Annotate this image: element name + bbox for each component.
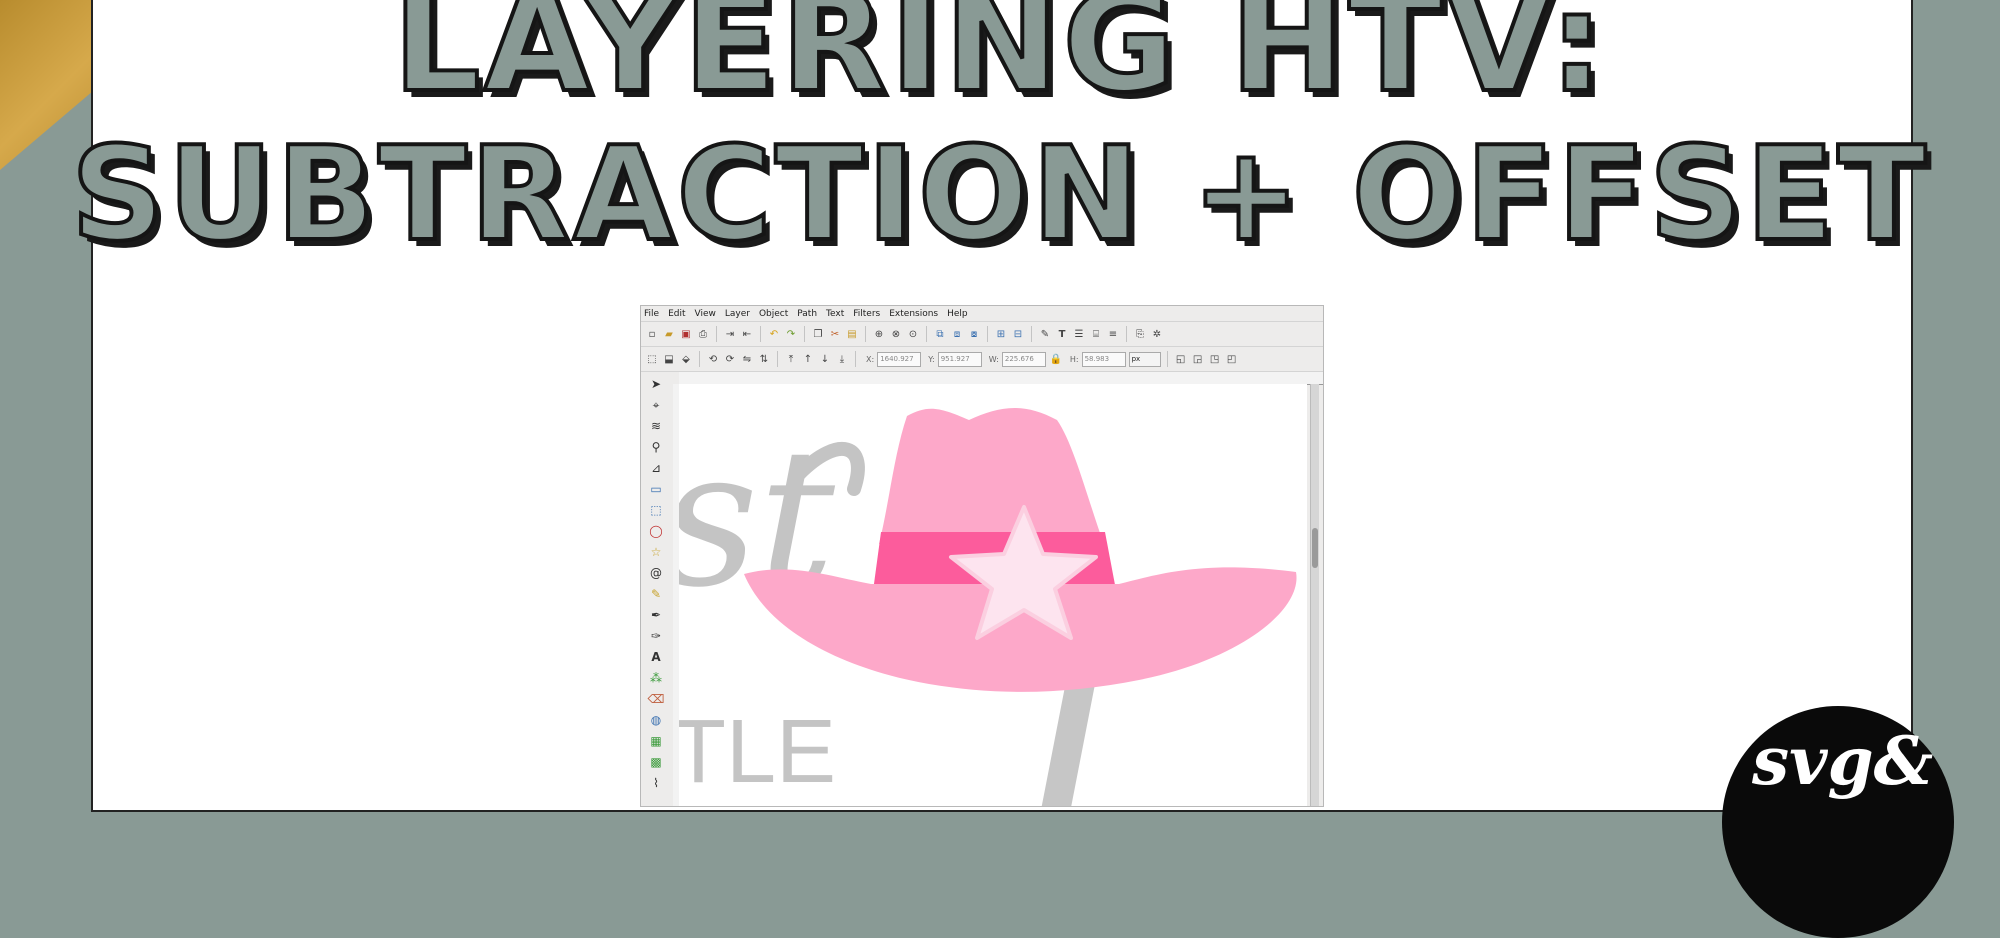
xml-editor-icon[interactable]: ⌸ (1089, 327, 1103, 341)
vertical-scrollbar[interactable] (1310, 384, 1319, 806)
open-icon[interactable]: ▰ (662, 327, 676, 341)
w-label: W: (988, 354, 999, 364)
zoom-icon[interactable]: ⚲ (648, 439, 664, 455)
w-field[interactable]: 225.676 (1001, 351, 1046, 367)
menu-layer[interactable]: Layer (725, 309, 750, 319)
dropper-icon[interactable]: ⌇ (648, 775, 664, 791)
calligraphy-icon[interactable]: ✑ (648, 628, 664, 644)
lock-ratio-icon[interactable]: 🔒 (1049, 352, 1063, 366)
tool-controls-bar: ⬚ ⬓ ⬙ ⟲ ⟳ ⇋ ⇅ ⤒ ↑ ↓ ⤓ X: 1640.927 Y: 951… (641, 347, 1323, 372)
ellipse-icon[interactable]: ◯ (648, 523, 664, 539)
redo-icon[interactable]: ↷ (784, 327, 798, 341)
undo-icon[interactable]: ↶ (767, 327, 781, 341)
menu-object[interactable]: Object (759, 309, 788, 319)
x-label: X: (866, 354, 875, 364)
copy-icon[interactable]: ❐ (811, 327, 825, 341)
hat-crown (879, 407, 1104, 544)
raise-to-top-icon[interactable]: ⤒ (784, 352, 798, 366)
deselect-icon[interactable]: ⬙ (679, 352, 693, 366)
x-field[interactable]: 1640.927 (877, 351, 922, 367)
text-font-icon[interactable]: T (1055, 327, 1069, 341)
node-icon[interactable]: ⌖ (648, 397, 664, 413)
document-properties-icon[interactable]: ⎘ (1133, 327, 1147, 341)
unit-select[interactable]: px (1128, 351, 1161, 367)
menu-help[interactable]: Help (947, 309, 968, 319)
raise-icon[interactable]: ↑ (801, 352, 815, 366)
scrollbar-thumb[interactable] (1312, 528, 1318, 568)
rectangle-icon[interactable]: ▭ (648, 481, 664, 497)
star-icon[interactable]: ☆ (648, 544, 664, 560)
move-patterns-icon[interactable]: ◰ (1225, 352, 1239, 366)
export-icon[interactable]: ⇤ (740, 327, 754, 341)
h-field[interactable]: 58.983 (1081, 351, 1126, 367)
save-icon[interactable]: ▣ (679, 327, 693, 341)
flip-vertical-icon[interactable]: ⇅ (757, 352, 771, 366)
drawing-canvas[interactable]: st TLE l (679, 384, 1307, 806)
menu-path[interactable]: Path (797, 309, 817, 319)
commands-toolbar: ▫ ▰ ▣ ⎙ ⇥ ⇤ ↶ ↷ ❐ ✂ ▤ ⊕ ⊗ ⊙ ⧉ ⧈ ⧇ ⊞ ⊟ ✎ … (641, 322, 1323, 347)
menu-file[interactable]: File (644, 309, 659, 319)
scale-corners-icon[interactable]: ◲ (1191, 352, 1205, 366)
cut-icon[interactable]: ✂ (828, 327, 842, 341)
new-document-icon[interactable]: ▫ (645, 327, 659, 341)
title-line-1: LAYERING HTV: (391, 0, 1608, 125)
scale-stroke-icon[interactable]: ◱ (1174, 352, 1188, 366)
logo-text: svg& (1752, 722, 1934, 800)
ghost-text-mid: TLE (679, 702, 836, 802)
print-icon[interactable]: ⎙ (696, 327, 710, 341)
selector-icon[interactable]: ➤ (648, 376, 664, 392)
3d-box-icon[interactable]: ⬚ (648, 502, 664, 518)
h-label: H: (1069, 354, 1079, 364)
lower-icon[interactable]: ↓ (818, 352, 832, 366)
lower-to-bottom-icon[interactable]: ⤓ (835, 352, 849, 366)
tool-palette: ➤ ⌖ ≋ ⚲ ⊿ ▭ ⬚ ◯ ☆ @ ✎ ✒ ✑ A ⁂ ⌫ ◍ ▦ ▩ ⌇ (641, 372, 671, 806)
flip-horizontal-icon[interactable]: ⇋ (740, 352, 754, 366)
title-line-2: SUBTRACTION + OFFSET (69, 116, 1930, 272)
eraser-icon[interactable]: ⌫ (648, 691, 665, 707)
y-field[interactable]: 951.927 (937, 351, 982, 367)
preferences-icon[interactable]: ✲ (1150, 327, 1164, 341)
menu-edit[interactable]: Edit (668, 309, 685, 319)
paste-icon[interactable]: ▤ (845, 327, 859, 341)
tweak-icon[interactable]: ≋ (648, 418, 664, 434)
ungroup-icon[interactable]: ⊟ (1011, 327, 1025, 341)
import-icon[interactable]: ⇥ (723, 327, 737, 341)
spiral-icon[interactable]: @ (648, 565, 664, 581)
zoom-page-icon[interactable]: ⊙ (906, 327, 920, 341)
move-gradients-icon[interactable]: ◳ (1208, 352, 1222, 366)
layers-icon[interactable]: ☰ (1072, 327, 1086, 341)
pencil-icon[interactable]: ✎ (648, 586, 664, 602)
canvas-artwork: st TLE l (679, 407, 1297, 806)
inkscape-window: File Edit View Layer Object Path Text Fi… (640, 305, 1324, 807)
mesh-icon[interactable]: ▩ (648, 754, 664, 770)
align-distribute-icon[interactable]: ≡ (1106, 327, 1120, 341)
clone-icon[interactable]: ⧈ (950, 327, 964, 341)
select-all-icon[interactable]: ⬚ (645, 352, 659, 366)
menu-text[interactable]: Text (826, 309, 844, 319)
rotate-cw-icon[interactable]: ⟳ (723, 352, 737, 366)
text-icon[interactable]: A (648, 649, 664, 665)
rotate-ccw-icon[interactable]: ⟲ (706, 352, 720, 366)
group-icon[interactable]: ⊞ (994, 327, 1008, 341)
y-label: Y: (928, 354, 935, 364)
duplicate-icon[interactable]: ⧉ (933, 327, 947, 341)
pen-icon[interactable]: ✒ (648, 607, 664, 623)
spray-icon[interactable]: ⁂ (648, 670, 664, 686)
measure-icon[interactable]: ⊿ (648, 460, 664, 476)
menu-extensions[interactable]: Extensions (889, 309, 938, 319)
zoom-drawing-icon[interactable]: ⊗ (889, 327, 903, 341)
menu-filters[interactable]: Filters (853, 309, 880, 319)
select-all-layers-icon[interactable]: ⬓ (662, 352, 676, 366)
gradient-icon[interactable]: ▦ (648, 733, 664, 749)
bucket-icon[interactable]: ◍ (648, 712, 664, 728)
zoom-selection-icon[interactable]: ⊕ (872, 327, 886, 341)
menu-bar: File Edit View Layer Object Path Text Fi… (641, 306, 1323, 322)
unlink-clone-icon[interactable]: ⧇ (967, 327, 981, 341)
fill-stroke-icon[interactable]: ✎ (1038, 327, 1052, 341)
menu-view[interactable]: View (695, 309, 716, 319)
